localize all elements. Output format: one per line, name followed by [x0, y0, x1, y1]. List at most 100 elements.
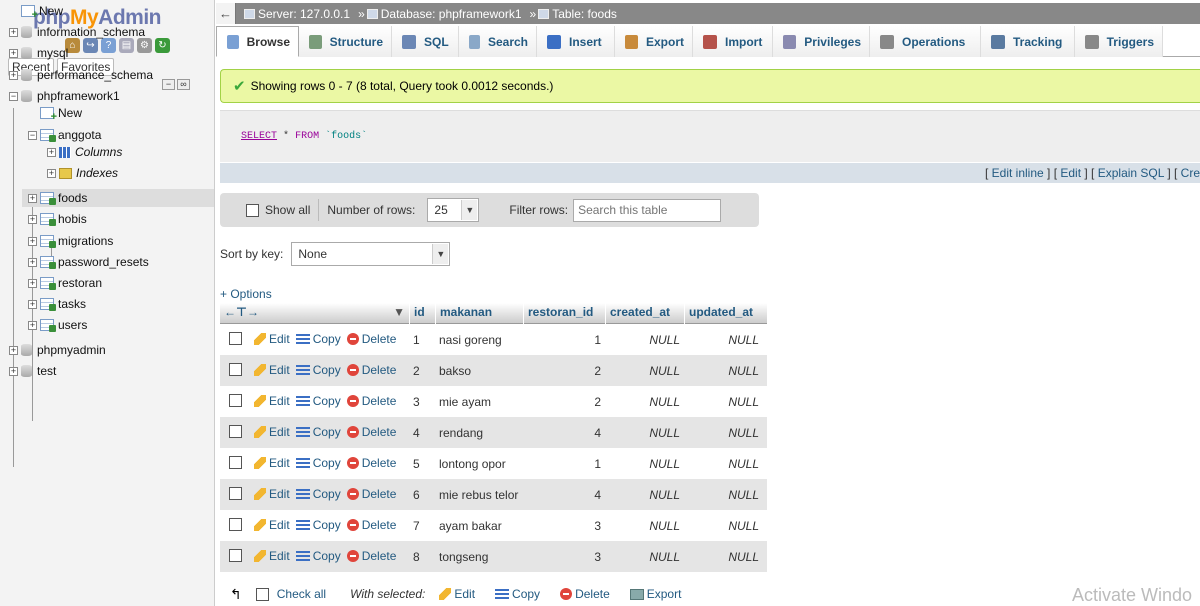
bulk-edit-button[interactable]: Edit [439, 587, 475, 601]
expand-icon[interactable]: + [9, 70, 18, 80]
filter-rows-input[interactable] [573, 198, 722, 222]
tree-item-restoran[interactable]: + restoran [28, 274, 102, 292]
expand-icon[interactable]: + [28, 193, 37, 203]
cell-restoran-id[interactable]: 1 [523, 333, 605, 347]
expand-icon[interactable]: + [28, 320, 37, 330]
collapse-all-button[interactable]: − [162, 79, 175, 90]
expand-columns-icon[interactable]: ←⊤→ [224, 305, 259, 322]
tree-item-new[interactable]: New [28, 104, 82, 123]
row-copy-button[interactable]: Copy [295, 549, 341, 563]
cell-restoran-id[interactable]: 4 [523, 488, 605, 502]
row-edit-button[interactable]: Edit [254, 487, 290, 501]
row-checkbox[interactable] [229, 455, 242, 469]
link-with-main-button[interactable]: ∞ [177, 79, 190, 90]
explain-sql-link[interactable]: Explain SQL [1098, 166, 1164, 180]
tree-item-migrations[interactable]: + migrations [28, 232, 113, 250]
number-of-rows-select[interactable]: 25 ▼ [427, 198, 480, 222]
edit-inline-link[interactable]: Edit inline [992, 166, 1044, 180]
cell-makanan[interactable]: ayam bakar [435, 519, 523, 533]
tab-triggers[interactable]: Triggers [1075, 26, 1163, 57]
tree-item-test[interactable]: + test [9, 362, 56, 380]
column-header-makanan[interactable]: makanan [435, 303, 523, 324]
cell-id[interactable]: 3 [409, 395, 435, 409]
row-edit-button[interactable]: Edit [254, 363, 290, 377]
cell-makanan[interactable]: rendang [435, 426, 523, 440]
breadcrumb-table[interactable]: Table: foods [538, 7, 617, 21]
cell-makanan[interactable]: mie rebus telor [435, 488, 523, 502]
sql-keyword-select[interactable]: SELECT [241, 131, 277, 142]
row-checkbox[interactable] [229, 517, 242, 531]
tab-search[interactable]: Search [459, 26, 537, 57]
cell-restoran-id[interactable]: 2 [523, 395, 605, 409]
row-checkbox[interactable] [229, 393, 242, 407]
row-delete-button[interactable]: Delete [346, 394, 396, 408]
row-checkbox[interactable] [229, 362, 242, 376]
cell-updated-at[interactable]: NULL [684, 395, 763, 409]
tab-operations[interactable]: Operations [870, 26, 981, 57]
row-copy-button[interactable]: Copy [295, 363, 341, 377]
tab-import[interactable]: Import [693, 26, 773, 57]
expand-icon[interactable]: + [28, 278, 37, 288]
tree-item-columns[interactable]: + Columns [47, 143, 122, 161]
collapse-icon[interactable]: − [28, 130, 37, 140]
cell-updated-at[interactable]: NULL [684, 488, 763, 502]
expand-icon[interactable]: + [28, 257, 37, 267]
row-delete-button[interactable]: Delete [346, 456, 396, 470]
expand-icon[interactable]: + [28, 214, 37, 224]
expand-icon[interactable]: + [9, 27, 18, 37]
cell-id[interactable]: 1 [409, 333, 435, 347]
bulk-copy-button[interactable]: Copy [495, 587, 540, 601]
tree-item-phpframework1[interactable]: − phpframework1 [9, 87, 120, 105]
expand-icon[interactable]: + [28, 299, 37, 309]
cell-updated-at[interactable]: NULL [684, 550, 763, 564]
bulk-delete-button[interactable]: Delete [560, 587, 610, 601]
row-edit-button[interactable]: Edit [254, 549, 290, 563]
tree-item-indexes[interactable]: + Indexes [47, 164, 118, 182]
tree-item-users[interactable]: + users [28, 316, 87, 334]
cell-restoran-id[interactable]: 2 [523, 364, 605, 378]
cell-updated-at[interactable]: NULL [684, 333, 763, 347]
row-delete-button[interactable]: Delete [346, 487, 396, 501]
expand-icon[interactable]: + [47, 168, 56, 178]
row-copy-button[interactable]: Copy [295, 456, 341, 470]
column-header-restoran_id[interactable]: restoran_id [523, 303, 605, 324]
expand-icon[interactable]: + [47, 147, 56, 157]
tab-browse[interactable]: Browse [216, 26, 299, 57]
expand-icon[interactable]: + [9, 366, 18, 376]
row-delete-button[interactable]: Delete [346, 425, 396, 439]
row-checkbox[interactable] [229, 331, 242, 345]
tree-item-foods[interactable]: + foods [22, 189, 214, 207]
tree-item-phpmyadmin[interactable]: + phpmyadmin [9, 341, 106, 359]
cell-created-at[interactable]: NULL [605, 519, 684, 533]
cell-makanan[interactable]: bakso [435, 364, 523, 378]
tab-privileges[interactable]: Privileges [773, 26, 870, 57]
cell-restoran-id[interactable]: 1 [523, 457, 605, 471]
cell-makanan[interactable]: tongseng [435, 550, 523, 564]
cell-updated-at[interactable]: NULL [684, 519, 763, 533]
row-checkbox[interactable] [229, 424, 242, 438]
tree-item-tasks[interactable]: + tasks [28, 295, 86, 313]
tree-item-performance-schema[interactable]: + performance_schema [9, 66, 153, 84]
expand-icon[interactable]: + [28, 236, 37, 246]
row-delete-button[interactable]: Delete [346, 363, 396, 377]
column-header-updated_at[interactable]: updated_at [684, 303, 763, 324]
cell-id[interactable]: 8 [409, 550, 435, 564]
cell-created-at[interactable]: NULL [605, 364, 684, 378]
cell-created-at[interactable]: NULL [605, 550, 684, 564]
row-copy-button[interactable]: Copy [295, 425, 341, 439]
expand-icon[interactable]: + [9, 345, 18, 355]
cell-restoran-id[interactable]: 4 [523, 426, 605, 440]
cell-id[interactable]: 4 [409, 426, 435, 440]
row-copy-button[interactable]: Copy [295, 487, 341, 501]
cell-id[interactable]: 5 [409, 457, 435, 471]
create-php-code-link[interactable]: Cre [1181, 166, 1200, 180]
row-checkbox[interactable] [229, 486, 242, 500]
row-edit-button[interactable]: Edit [254, 394, 290, 408]
check-all-checkbox[interactable] [255, 587, 269, 601]
row-delete-button[interactable]: Delete [346, 332, 396, 346]
row-delete-button[interactable]: Delete [346, 549, 396, 563]
sort-by-key-select[interactable]: None ▼ [291, 242, 451, 266]
cell-updated-at[interactable]: NULL [684, 426, 763, 440]
cell-updated-at[interactable]: NULL [684, 364, 763, 378]
bulk-export-button[interactable]: Export [629, 587, 681, 601]
